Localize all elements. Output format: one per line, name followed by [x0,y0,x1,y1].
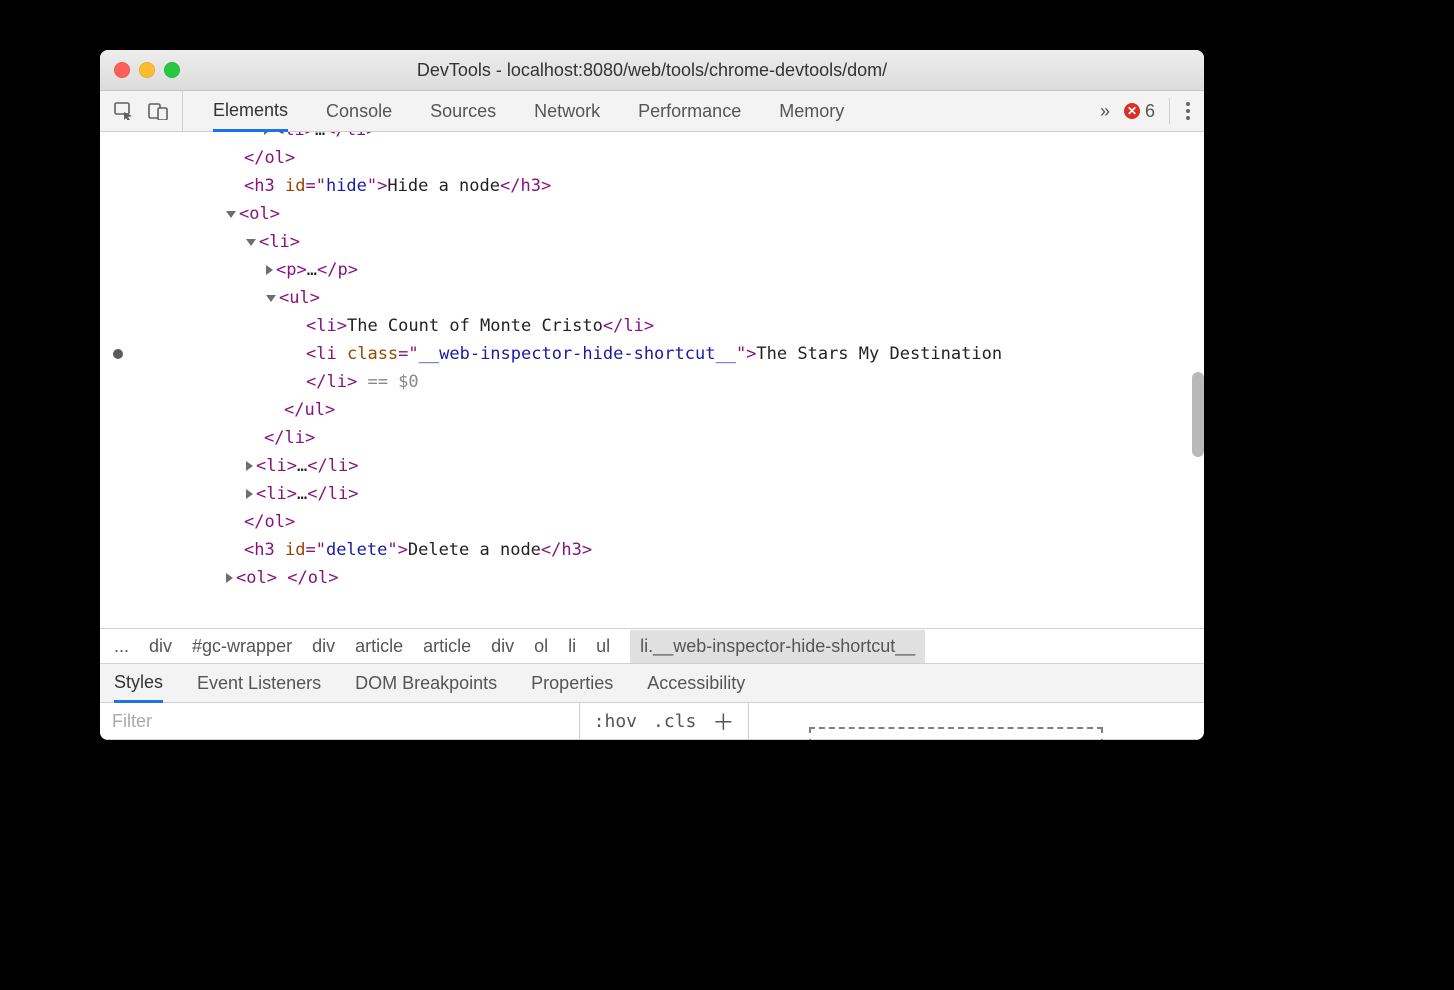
dom-line[interactable]: </ul> [118,396,1204,424]
close-icon[interactable] [114,62,130,78]
dom-line[interactable]: </ol> [118,508,1204,536]
dom-line[interactable]: <p>…</p> [118,256,1204,284]
inspect-icon[interactable] [114,102,134,120]
panel-tabs: Styles Event Listeners DOM Breakpoints P… [100,663,1204,703]
tab-elements[interactable]: Elements [213,91,288,132]
dom-line[interactable]: <h3 id="hide">Hide a node</h3> [118,172,1204,200]
collapse-icon[interactable] [246,239,256,246]
dom-line[interactable]: <h3 id="delete">Delete a node</h3> [118,536,1204,564]
crumb-item[interactable]: article [355,636,403,657]
cls-toggle[interactable]: .cls [653,711,696,732]
collapse-icon[interactable] [266,295,276,302]
devtools-window: DevTools - localhost:8080/web/tools/chro… [100,50,1204,740]
dom-line[interactable]: </ol> [118,144,1204,172]
toolbar-right: » ✕ 6 [1100,91,1204,131]
breadcrumb: ... div #gc-wrapper div article article … [100,628,1204,663]
device-toggle-icon[interactable] [148,102,168,120]
scrollbar[interactable] [1192,372,1204,457]
dom-line[interactable]: <li>…</li> [118,480,1204,508]
dom-selected-line[interactable]: <li class="__web-inspector-hide-shortcut… [118,340,1204,368]
expand-icon[interactable] [266,265,273,275]
zoom-icon[interactable] [164,62,180,78]
dom-tree[interactable]: <li>…</li> </ol> <h3 id="hide">Hide a no… [100,132,1204,628]
crumb-item[interactable]: div [312,636,335,657]
crumb-item[interactable]: article [423,636,471,657]
new-style-rule-icon[interactable]: ＋ [712,705,734,737]
hov-toggle[interactable]: :hov [594,711,637,732]
dom-line[interactable]: </li> [118,424,1204,452]
dom-line[interactable]: <li> [118,228,1204,256]
minimize-icon[interactable] [139,62,155,78]
traffic-lights [100,62,180,78]
expand-icon[interactable] [264,132,271,135]
hidden-indicator-icon [113,349,123,359]
main-tabs: Elements Console Sources Network Perform… [183,91,1100,131]
error-circle-icon: ✕ [1124,103,1140,119]
tab-properties[interactable]: Properties [531,664,613,702]
error-badge[interactable]: ✕ 6 [1124,101,1155,122]
crumb-item[interactable]: ol [534,636,548,657]
crumb-item[interactable]: div [491,636,514,657]
separator [1169,98,1170,124]
tab-memory[interactable]: Memory [779,91,844,131]
crumb-item[interactable]: li [568,636,576,657]
settings-menu-icon[interactable] [1184,102,1192,120]
tab-event-listeners[interactable]: Event Listeners [197,664,321,702]
crumb-item[interactable]: div [149,636,172,657]
filter-input[interactable] [100,703,580,739]
filter-row: :hov .cls ＋ [100,703,1204,740]
crumb-item[interactable]: #gc-wrapper [192,636,292,657]
expand-icon[interactable] [226,573,233,583]
dom-line[interactable]: <li>…</li> [118,452,1204,480]
dom-line[interactable]: <ol> </ol> [118,564,1204,592]
window-title: DevTools - localhost:8080/web/tools/chro… [100,60,1204,81]
dom-line[interactable]: <li>…</li> [118,132,1204,144]
expand-icon[interactable] [246,461,253,471]
crumb-overflow[interactable]: ... [114,636,129,657]
tab-console[interactable]: Console [326,91,392,131]
collapse-icon[interactable] [226,211,236,218]
more-tabs-icon[interactable]: » [1100,101,1110,122]
dom-selected-line[interactable]: </li> == $0 [118,368,1204,396]
box-model-preview [749,703,1204,739]
tab-accessibility[interactable]: Accessibility [647,664,745,702]
toolbar: Elements Console Sources Network Perform… [100,91,1204,132]
filter-tools: :hov .cls ＋ [580,703,750,739]
titlebar: DevTools - localhost:8080/web/tools/chro… [100,50,1204,91]
tab-sources[interactable]: Sources [430,91,496,131]
crumb-selected[interactable]: li.__web-inspector-hide-shortcut__ [630,630,925,663]
dom-line[interactable]: <li>The Count of Monte Cristo</li> [118,312,1204,340]
toolbar-left [100,91,183,131]
tab-network[interactable]: Network [534,91,600,131]
margin-box-icon [809,727,1103,740]
dom-line[interactable]: <ol> [118,200,1204,228]
dom-line[interactable]: <ul> [118,284,1204,312]
error-count: 6 [1145,101,1155,122]
tab-dom-breakpoints[interactable]: DOM Breakpoints [355,664,497,702]
expand-icon[interactable] [246,489,253,499]
tab-styles[interactable]: Styles [114,664,163,703]
crumb-item[interactable]: ul [596,636,610,657]
tab-performance[interactable]: Performance [638,91,741,131]
